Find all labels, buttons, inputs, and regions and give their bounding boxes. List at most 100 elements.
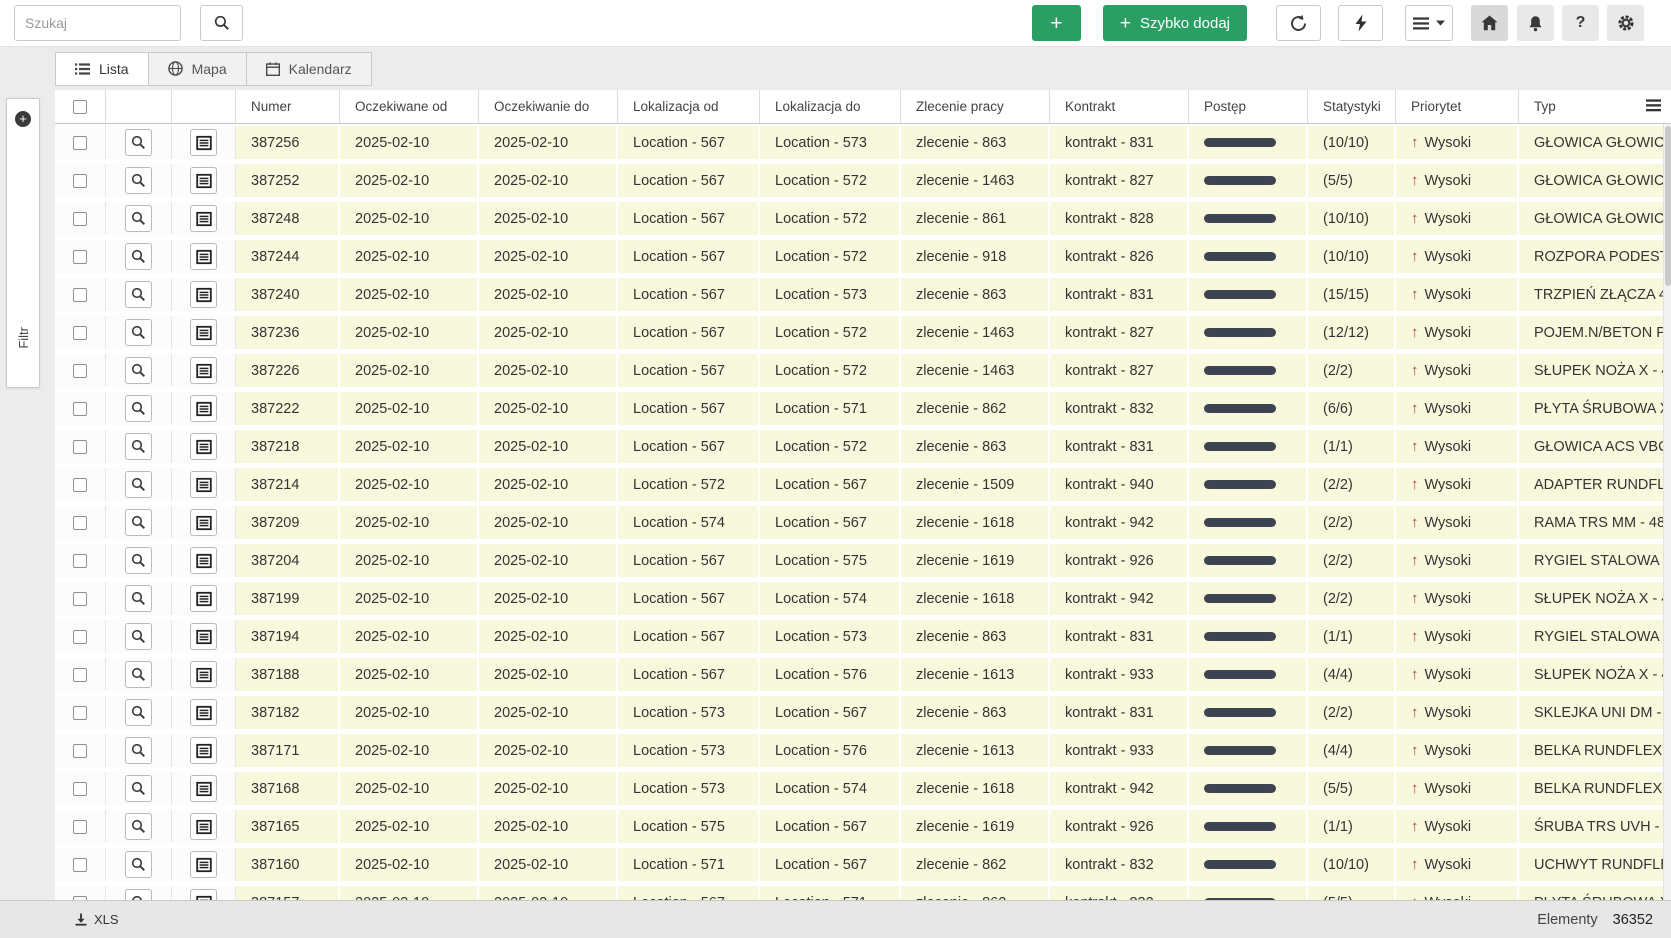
col-header-oczekiwane-od[interactable]: Oczekiwane od [340,90,479,123]
row-checkbox[interactable] [73,440,87,454]
row-menu-button[interactable] [190,661,217,688]
row-open-button[interactable] [125,129,152,156]
refresh-button[interactable] [1276,5,1321,41]
row-checkbox[interactable] [73,554,87,568]
row-open-button[interactable] [125,889,152,900]
row-menu-button[interactable] [190,433,217,460]
export-xls-button[interactable]: XLS [75,912,119,927]
row-checkbox[interactable] [73,402,87,416]
row-checkbox[interactable] [73,592,87,606]
filter-panel[interactable]: + Filtr [6,98,40,388]
table-row[interactable]: 387218 2025-02-10 2025-02-10 Location - … [55,430,1671,463]
table-row[interactable]: 387188 2025-02-10 2025-02-10 Location - … [55,658,1671,691]
col-header-priorytet[interactable]: Priorytet [1396,90,1519,123]
row-checkbox[interactable] [73,516,87,530]
row-open-button[interactable] [125,243,152,270]
table-row[interactable]: 387209 2025-02-10 2025-02-10 Location - … [55,506,1671,539]
scrollbar-thumb[interactable] [1665,126,1671,286]
row-open-button[interactable] [125,813,152,840]
notifications-button[interactable] [1517,5,1554,41]
col-header-zlecenie-pracy[interactable]: Zlecenie pracy [901,90,1050,123]
row-menu-button[interactable] [190,357,217,384]
table-row[interactable]: 387256 2025-02-10 2025-02-10 Location - … [55,126,1671,159]
table-row[interactable]: 387157 2025-02-10 2025-02-10 Location - … [55,886,1671,900]
row-menu-button[interactable] [190,395,217,422]
row-menu-button[interactable] [190,167,217,194]
row-menu-button[interactable] [190,699,217,726]
row-open-button[interactable] [125,851,152,878]
col-header-statystyki[interactable]: Statystyki [1308,90,1396,123]
row-menu-button[interactable] [190,813,217,840]
row-menu-button[interactable] [190,243,217,270]
table-row[interactable]: 387194 2025-02-10 2025-02-10 Location - … [55,620,1671,653]
row-checkbox[interactable] [73,174,87,188]
row-menu-button[interactable] [190,547,217,574]
row-open-button[interactable] [125,699,152,726]
row-menu-button[interactable] [190,509,217,536]
row-menu-button[interactable] [190,851,217,878]
row-checkbox[interactable] [73,326,87,340]
table-row[interactable]: 387252 2025-02-10 2025-02-10 Location - … [55,164,1671,197]
row-checkbox[interactable] [73,896,87,901]
row-open-button[interactable] [125,395,152,422]
table-row[interactable]: 387168 2025-02-10 2025-02-10 Location - … [55,772,1671,805]
settings-button[interactable] [1607,5,1644,41]
row-open-button[interactable] [125,471,152,498]
row-menu-button[interactable] [190,205,217,232]
table-row[interactable]: 387165 2025-02-10 2025-02-10 Location - … [55,810,1671,843]
tab-kalendarz[interactable]: Kalendarz [246,52,372,86]
row-checkbox[interactable] [73,478,87,492]
row-checkbox[interactable] [73,858,87,872]
table-row[interactable]: 387171 2025-02-10 2025-02-10 Location - … [55,734,1671,767]
row-open-button[interactable] [125,737,152,764]
table-row[interactable]: 387214 2025-02-10 2025-02-10 Location - … [55,468,1671,501]
col-header-postep[interactable]: Postęp [1189,90,1308,123]
row-menu-button[interactable] [190,585,217,612]
row-open-button[interactable] [125,623,152,650]
col-header-oczekiwanie-do[interactable]: Oczekiwanie do [479,90,618,123]
col-header-lokalizacja-od[interactable]: Lokalizacja od [618,90,760,123]
row-open-button[interactable] [125,319,152,346]
actions-button[interactable] [1338,5,1383,41]
col-header-numer[interactable]: Numer [236,90,340,123]
row-menu-button[interactable] [190,775,217,802]
col-header-lokalizacja-do[interactable]: Lokalizacja do [760,90,901,123]
home-button[interactable] [1471,5,1508,41]
row-menu-button[interactable] [190,471,217,498]
filter-add-icon[interactable]: + [15,111,31,127]
column-settings-button[interactable] [1646,99,1661,112]
table-row[interactable]: 387199 2025-02-10 2025-02-10 Location - … [55,582,1671,615]
row-checkbox[interactable] [73,820,87,834]
row-checkbox[interactable] [73,668,87,682]
row-checkbox[interactable] [73,744,87,758]
table-row[interactable]: 387204 2025-02-10 2025-02-10 Location - … [55,544,1671,577]
row-menu-button[interactable] [190,889,217,900]
row-checkbox[interactable] [73,706,87,720]
row-checkbox[interactable] [73,782,87,796]
row-checkbox[interactable] [73,630,87,644]
search-input[interactable] [14,5,181,41]
col-header-kontrakt[interactable]: Kontrakt [1050,90,1189,123]
row-menu-button[interactable] [190,737,217,764]
table-row[interactable]: 387236 2025-02-10 2025-02-10 Location - … [55,316,1671,349]
table-row[interactable]: 387222 2025-02-10 2025-02-10 Location - … [55,392,1671,425]
select-all-checkbox[interactable] [73,100,87,114]
row-open-button[interactable] [125,357,152,384]
tab-mapa[interactable]: Mapa [148,52,247,86]
add-button[interactable]: + [1032,5,1081,41]
row-checkbox[interactable] [73,136,87,150]
row-open-button[interactable] [125,775,152,802]
quick-add-button[interactable]: + Szybko dodaj [1103,5,1247,41]
row-checkbox[interactable] [73,212,87,226]
row-menu-button[interactable] [190,129,217,156]
table-row[interactable]: 387248 2025-02-10 2025-02-10 Location - … [55,202,1671,235]
tab-lista[interactable]: Lista [55,52,149,86]
table-row[interactable]: 387182 2025-02-10 2025-02-10 Location - … [55,696,1671,729]
row-open-button[interactable] [125,205,152,232]
help-button[interactable]: ? [1562,5,1599,41]
row-checkbox[interactable] [73,364,87,378]
row-open-button[interactable] [125,661,152,688]
row-open-button[interactable] [125,509,152,536]
row-menu-button[interactable] [190,281,217,308]
row-open-button[interactable] [125,167,152,194]
